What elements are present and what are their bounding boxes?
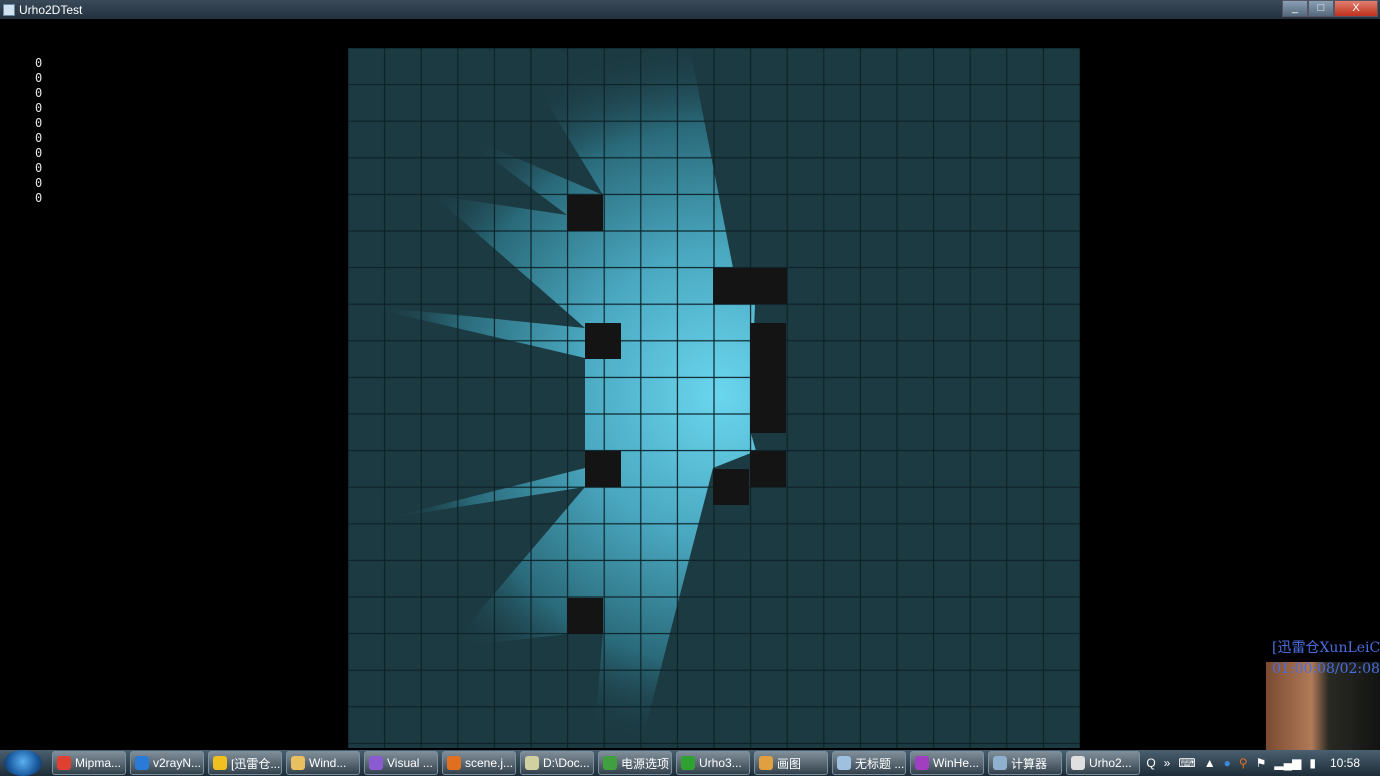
- taskbar-item-label: D:\Doc...: [543, 756, 590, 770]
- maximize-button[interactable]: □: [1308, 0, 1334, 17]
- taskbar-item[interactable]: D:\Doc...: [520, 751, 594, 775]
- taskbar-item[interactable]: Urho2...: [1066, 751, 1140, 775]
- taskbar-item[interactable]: scene.j...: [442, 751, 516, 775]
- block: [713, 268, 787, 304]
- taskbar-item[interactable]: WinHe...: [910, 751, 984, 775]
- taskbar-item[interactable]: Visual ...: [364, 751, 438, 775]
- app-icon: [57, 756, 71, 770]
- block: [567, 598, 603, 634]
- app-icon: [915, 756, 929, 770]
- taskbar-item[interactable]: 计算器: [988, 751, 1062, 775]
- app-icon: [837, 756, 851, 770]
- taskbar-item-label: 无标题 ...: [855, 756, 905, 771]
- block: [585, 323, 621, 359]
- flag-icon[interactable]: ⚑: [1256, 756, 1267, 770]
- taskbar-item-label: Wind...: [309, 756, 347, 770]
- v2ray-icon[interactable]: ●: [1224, 756, 1231, 770]
- taskbar-item-label: Mipma...: [75, 756, 122, 770]
- debug-counters: 0 0 0 0 0 0 0 0 0 0: [35, 56, 42, 206]
- app-icon: [291, 756, 305, 770]
- overlay-time: 01:00:08/02:08:: [1272, 661, 1380, 677]
- system-tray: Q » ⌨ ▲ ● ⚲ ⚑ ▂▄▆ ▮ 10:58: [1146, 750, 1380, 776]
- title-bar: Urho2DTest _ □ X: [0, 0, 1380, 19]
- counter: 0: [35, 161, 43, 175]
- battery-icon[interactable]: ▮: [1309, 756, 1316, 770]
- block: [750, 323, 786, 433]
- counter: 0: [35, 101, 43, 115]
- game-scene: [348, 48, 1080, 748]
- app-icon: [3, 3, 15, 16]
- taskbar-item-label: scene.j...: [465, 756, 514, 770]
- counter: 0: [35, 116, 43, 130]
- taskbar-item-label: Urho2...: [1089, 756, 1132, 770]
- counter: 0: [35, 56, 43, 70]
- app-icon: [369, 756, 383, 770]
- clock[interactable]: 10:58: [1330, 756, 1360, 770]
- app-icon: [993, 756, 1007, 770]
- taskbar-item[interactable]: 画图: [754, 751, 828, 775]
- taskbar-item-label: v2rayN...: [153, 756, 202, 770]
- taskbar-item-label: Urho3...: [699, 756, 742, 770]
- network-icon[interactable]: ▂▄▆: [1274, 756, 1301, 770]
- taskbar-item[interactable]: Mipma...: [52, 751, 126, 775]
- tray-more[interactable]: »: [1164, 756, 1171, 770]
- app-icon: [759, 756, 773, 770]
- taskbar-item[interactable]: [迅雷仓...: [208, 751, 282, 775]
- keyboard-icon[interactable]: ⌨: [1178, 756, 1195, 770]
- minimize-button[interactable]: _: [1282, 0, 1308, 17]
- counter: 0: [35, 176, 43, 190]
- taskbar-item-label: [迅雷仓...: [231, 756, 281, 771]
- counter: 0: [35, 86, 43, 100]
- start-button[interactable]: [4, 750, 42, 776]
- counter: 0: [35, 131, 43, 145]
- tile-grid: [348, 48, 1080, 748]
- app-icon: [135, 756, 149, 770]
- block: [585, 451, 621, 487]
- taskbar: Mipma... v2rayN... [迅雷仓... Wind... Visual ..…: [0, 750, 1380, 776]
- taskbar-item[interactable]: 电源选项: [598, 751, 672, 775]
- taskbar-item-label: 电源选项: [621, 756, 670, 771]
- counter: 0: [35, 146, 43, 160]
- taskbar-item[interactable]: Wind...: [286, 751, 360, 775]
- taskbar-item[interactable]: 无标题 ...: [832, 751, 906, 775]
- taskbar-item-label: Visual ...: [387, 756, 433, 770]
- window-title: Urho2DTest: [19, 2, 83, 17]
- taskbar-item[interactable]: Urho3...: [676, 751, 750, 775]
- taskbar-item-label: 计算器: [1011, 756, 1048, 771]
- block: [567, 195, 603, 231]
- app-icon: [1071, 756, 1085, 770]
- search-icon[interactable]: ⚲: [1239, 756, 1248, 770]
- tray-q[interactable]: Q: [1146, 756, 1155, 770]
- app-icon: [447, 756, 461, 770]
- taskbar-item[interactable]: v2rayN...: [130, 751, 204, 775]
- show-hidden-icon[interactable]: ▲: [1204, 756, 1216, 770]
- block: [750, 451, 786, 487]
- counter: 0: [35, 71, 43, 85]
- block: [713, 469, 749, 505]
- app-icon: [525, 756, 539, 770]
- player-overlay: [迅雷仓XunLeiCa 01:00:08/02:08:: [1272, 638, 1380, 680]
- app-icon: [213, 756, 227, 770]
- taskbar-item-label: 画图: [777, 756, 802, 771]
- taskbar-item-label: WinHe...: [933, 756, 980, 770]
- app-icon: [603, 756, 617, 770]
- overlay-title: [迅雷仓XunLeiCa: [1272, 640, 1380, 656]
- app-icon: [681, 756, 695, 770]
- close-button[interactable]: X: [1334, 0, 1378, 17]
- counter: 0: [35, 191, 43, 205]
